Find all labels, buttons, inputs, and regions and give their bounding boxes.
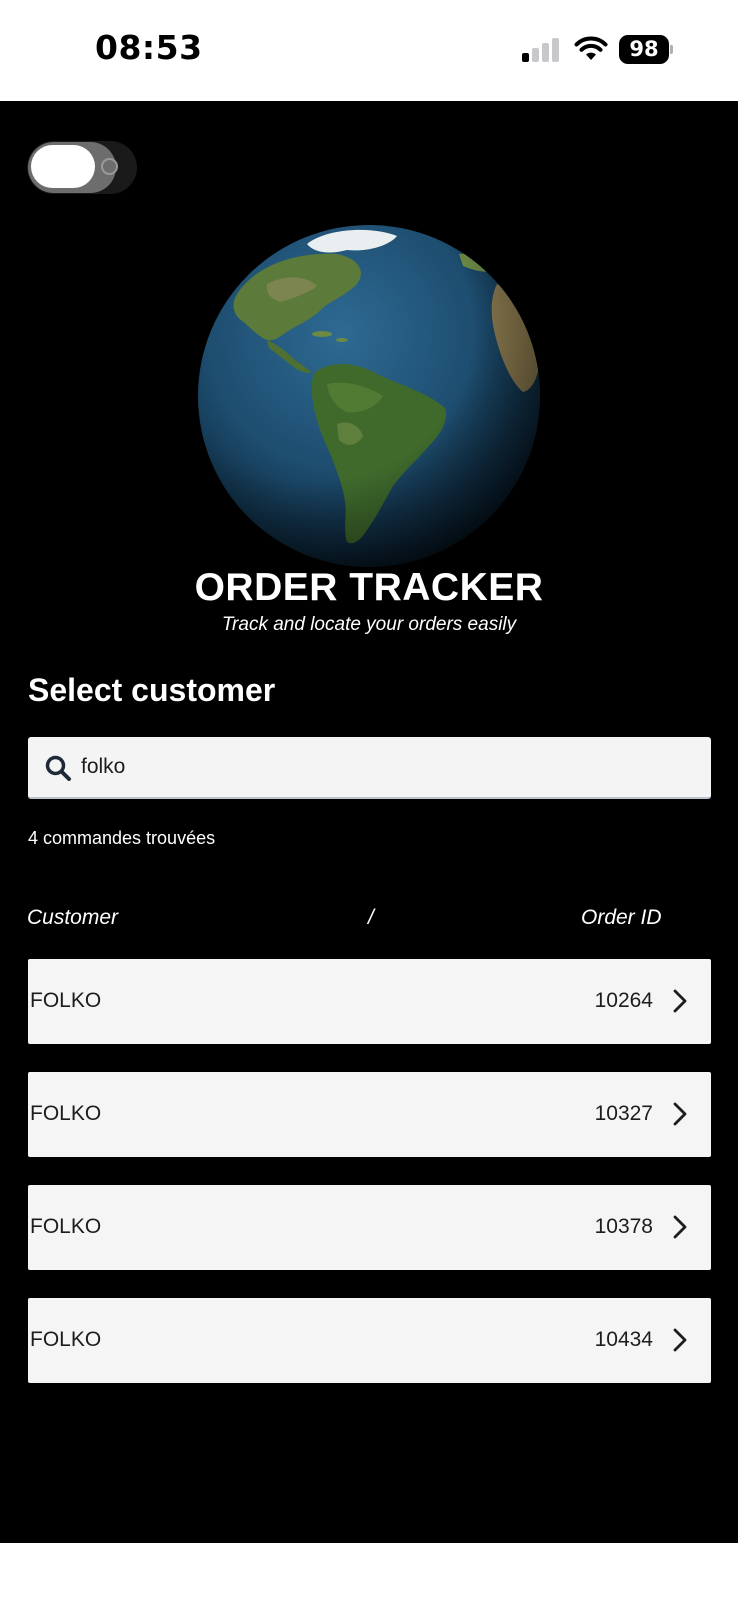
column-header-order-id: Order ID	[581, 906, 662, 929]
order-id: 10434	[594, 1328, 653, 1351]
app-title: ORDER TRACKER	[194, 566, 544, 609]
chevron-right-icon	[673, 989, 687, 1013]
signal-icon	[522, 38, 562, 62]
status-time: 08:53	[95, 28, 203, 67]
toggle-knob	[31, 145, 95, 188]
order-id: 10327	[594, 1102, 653, 1125]
home-indicator-area	[0, 1543, 738, 1600]
search-icon	[45, 755, 71, 781]
order-row[interactable]: FOLKO 10378	[28, 1185, 711, 1270]
order-customer: FOLKO	[30, 1102, 102, 1125]
app-screen: ORDER TRACKER Track and locate your orde…	[0, 101, 738, 1543]
globe-image	[198, 225, 540, 567]
order-id: 10378	[594, 1215, 653, 1238]
battery-icon: 98	[619, 35, 674, 64]
battery-level: 98	[619, 35, 669, 64]
status-bar: 08:53 98	[0, 0, 738, 101]
select-customer-heading: Select customer	[28, 672, 276, 708]
chevron-right-icon	[673, 1215, 687, 1239]
order-row[interactable]: FOLKO 10327	[28, 1072, 711, 1157]
toggle-off-indicator	[101, 158, 118, 175]
results-count: 4 commandes trouvées	[28, 828, 216, 848]
order-customer: FOLKO	[30, 1215, 102, 1238]
order-id: 10264	[594, 989, 653, 1012]
chevron-right-icon	[673, 1328, 687, 1352]
order-customer: FOLKO	[30, 1328, 102, 1351]
wifi-icon	[574, 36, 608, 60]
order-customer: FOLKO	[30, 989, 102, 1012]
column-header-separator: /	[368, 906, 374, 929]
order-row[interactable]: FOLKO 10264	[28, 959, 711, 1044]
app-subtitle: Track and locate your orders easily	[221, 614, 517, 635]
theme-toggle[interactable]	[27, 141, 137, 194]
customer-search-input[interactable]: folko	[28, 737, 711, 799]
search-input-value[interactable]: folko	[81, 755, 125, 779]
order-row[interactable]: FOLKO 10434	[28, 1298, 711, 1383]
column-header-customer: Customer	[27, 906, 119, 929]
chevron-right-icon	[673, 1102, 687, 1126]
